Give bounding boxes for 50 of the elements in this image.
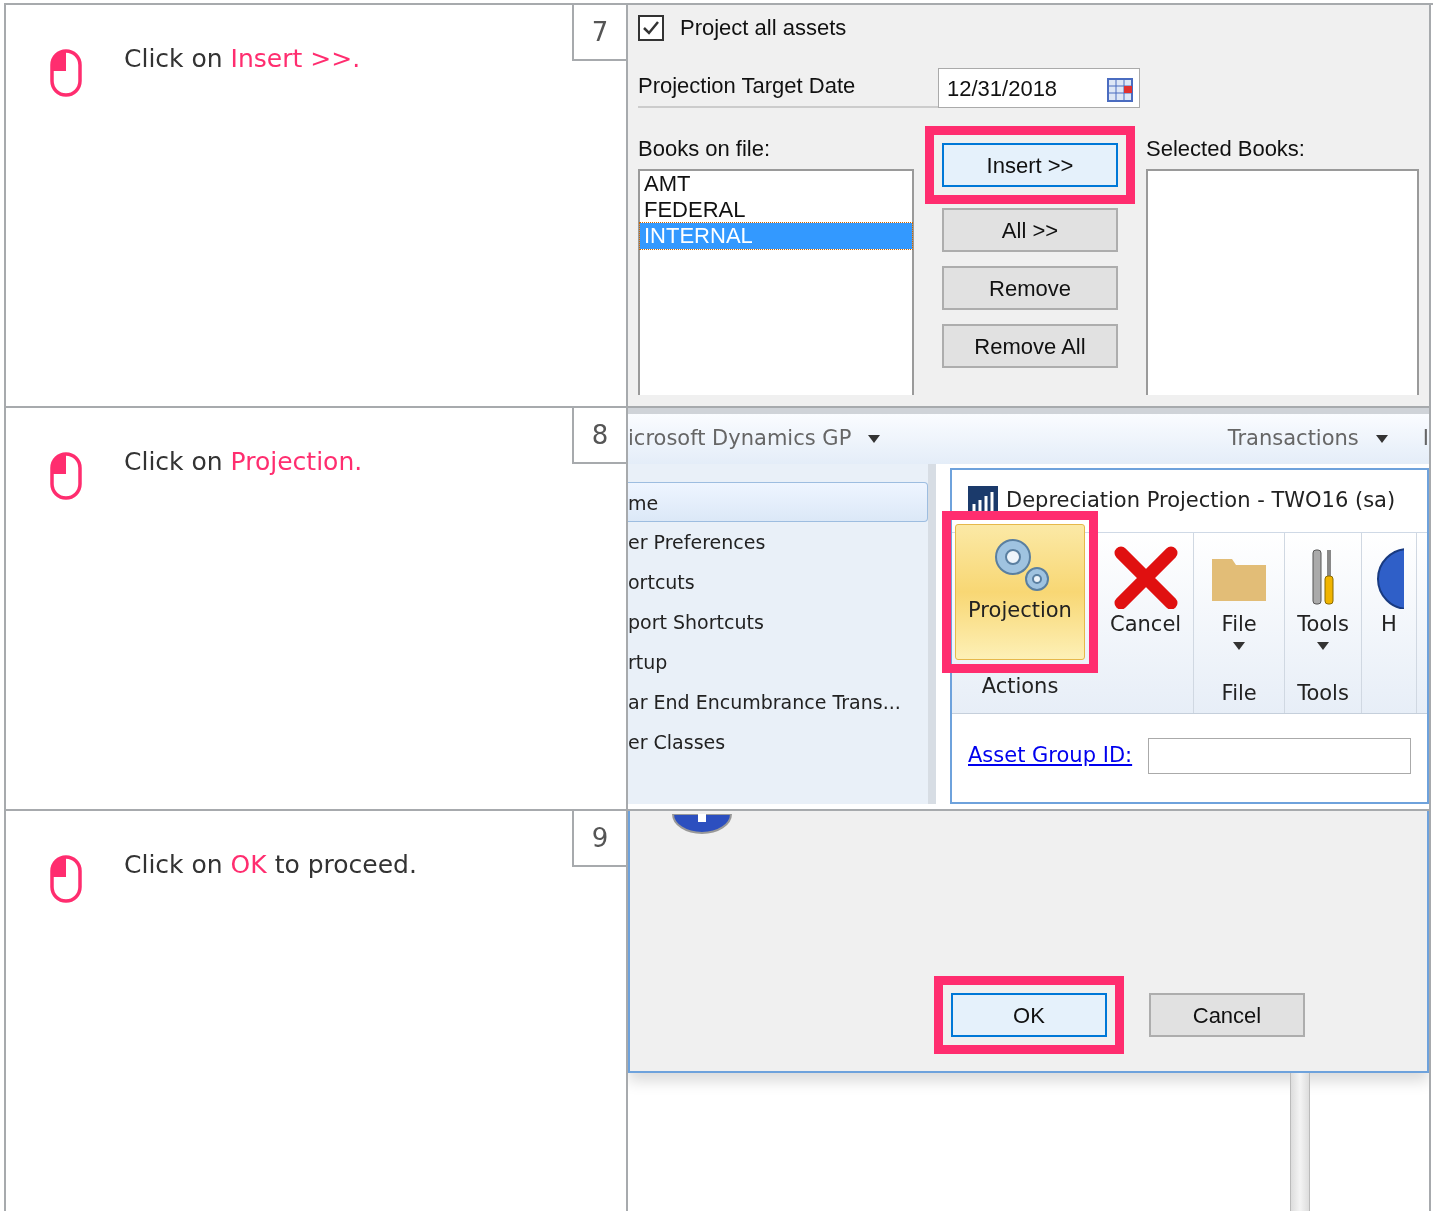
nav-item[interactable]: er Preferences (628, 522, 928, 562)
checkbox[interactable] (638, 14, 664, 41)
dialog-button[interactable]: Remove All (942, 324, 1118, 368)
mouse-icon (50, 49, 82, 97)
menu-item[interactable]: Transactions (1227, 423, 1389, 455)
dropdown-caret-icon (1232, 640, 1247, 651)
instruction-text: Click on Projection. (124, 446, 363, 478)
ribbon-group-label: File (1221, 679, 1257, 707)
asset-group-field[interactable] (1148, 738, 1411, 774)
ribbon-group-label: Actions (981, 673, 1059, 700)
list-item[interactable]: FEDERAL (640, 197, 912, 223)
info-icon (672, 811, 732, 831)
ribbon-button[interactable]: H (1361, 539, 1416, 641)
menu-item[interactable]: I (1422, 423, 1429, 455)
ribbon-button[interactable]: Tools (1285, 539, 1361, 651)
nav-item[interactable]: er Classes (628, 722, 928, 762)
list-item[interactable]: AMT (640, 171, 912, 197)
list-label: Books on file: (638, 135, 772, 163)
ribbon-group-label: Tools (1297, 679, 1349, 707)
window-title: Depreciation Projection - TWO16 (sa) (1006, 487, 1396, 515)
nav-item[interactable]: ar End Encumbrance Trans... (628, 682, 928, 722)
dialog-button[interactable]: Remove (942, 266, 1118, 310)
date-value: 12/31/2018 (947, 74, 1058, 103)
dialog-button[interactable]: Insert >> (942, 143, 1118, 187)
dialog-button[interactable]: Cancel (1149, 993, 1305, 1037)
instruction-text: Click on OK to proceed. (124, 849, 417, 881)
menu-item[interactable]: icrosoft Dynamics GP (628, 423, 882, 455)
dropdown-caret-icon (867, 434, 882, 444)
ribbon-button[interactable]: File (1194, 539, 1285, 651)
step-number: 9 (572, 811, 626, 867)
instruction-text: Click on Insert >>. (124, 43, 361, 75)
dropdown-caret-icon (1316, 640, 1330, 651)
date-field[interactable]: 12/31/2018 (938, 68, 1140, 108)
mouse-icon (50, 855, 82, 903)
mouse-icon (50, 452, 82, 500)
ribbon-button[interactable]: Cancel (1098, 539, 1194, 641)
nav-item[interactable]: ortcuts (628, 562, 928, 602)
checkbox-label: Project all assets (680, 14, 847, 42)
dialog-button[interactable]: OK (951, 993, 1107, 1037)
cross-icon (1112, 545, 1179, 609)
dialog-button[interactable]: All >> (942, 208, 1118, 252)
nav-item[interactable]: me (628, 482, 928, 522)
step-number: 7 (572, 5, 626, 61)
ribbon-button[interactable]: Projection (955, 524, 1085, 660)
list-label: Selected Books: (1146, 135, 1306, 163)
nav-item[interactable]: port Shortcuts (628, 602, 928, 642)
step-number: 8 (572, 408, 626, 464)
dropdown-caret-icon (1374, 434, 1389, 444)
asset-group-link[interactable]: Asset Group ID: (968, 740, 1133, 772)
nav-item[interactable]: rtup (628, 642, 928, 682)
